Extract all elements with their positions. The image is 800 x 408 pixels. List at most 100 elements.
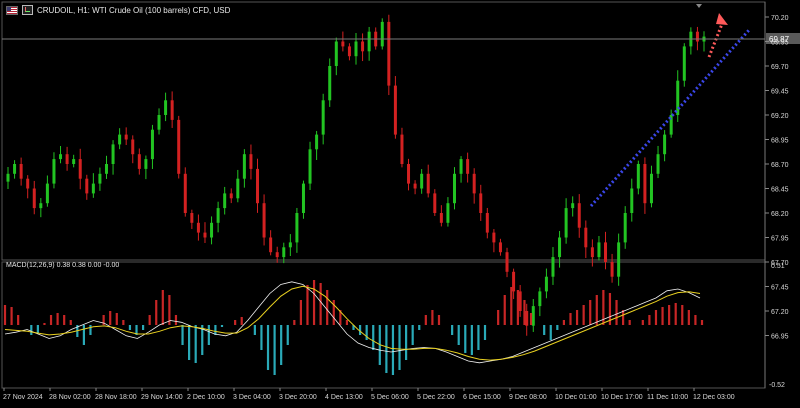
candle-body (433, 193, 437, 213)
candle-body (157, 115, 161, 130)
candle-body (518, 291, 522, 311)
price-tick-label: 69.45 (771, 89, 789, 96)
time-tick-label: 12 Dec 03:00 (693, 394, 735, 401)
candle-body (275, 252, 279, 258)
candle-body (531, 306, 535, 326)
candle-body (216, 208, 220, 223)
candle-body (538, 291, 542, 307)
price-tick-label: 67.45 (771, 285, 789, 292)
candle-body (393, 85, 397, 135)
candle-body (663, 134, 667, 155)
symbol-chart-icon (22, 5, 33, 15)
time-tick-label: 9 Dec 08:00 (509, 394, 547, 401)
price-tick-label: 68.45 (771, 187, 789, 194)
candle-body (111, 144, 115, 164)
candle-body (636, 164, 640, 189)
period-separator-marker (696, 4, 702, 8)
candle-body (649, 173, 653, 204)
candle-body (301, 183, 305, 213)
candle-body (328, 66, 332, 101)
candle-body (682, 46, 686, 81)
time-tick-label: 5 Dec 06:00 (371, 394, 409, 401)
time-tick-label: 10 Dec 01:00 (555, 394, 597, 401)
trend-line[interactable] (589, 27, 752, 208)
candle-body (85, 178, 89, 194)
candle-body (459, 159, 463, 174)
price-tick-label: 69.70 (771, 64, 789, 71)
candle-body (571, 203, 575, 209)
time-tick-label: 11 Dec 10:00 (647, 394, 688, 401)
us-flag-icon (6, 5, 18, 15)
trendline-group (589, 13, 752, 208)
candle-body (196, 222, 200, 233)
candle-body (558, 237, 562, 258)
candle-body (695, 31, 699, 42)
price-tick-label: 68.70 (771, 162, 789, 169)
candle-body (446, 203, 450, 223)
candle-body (203, 232, 207, 238)
candle-body (177, 119, 181, 174)
candle-body (321, 100, 325, 135)
candle-body (190, 213, 194, 223)
macd-indicator-label: MACD(12,26,9) 0.38 0.38 0.00 -0.00 (6, 262, 120, 269)
time-tick-label: 4 Dec 13:00 (325, 394, 363, 401)
candle-body (65, 154, 69, 164)
candle-body (26, 178, 30, 189)
candle-body (59, 154, 63, 160)
candle-body (118, 134, 122, 145)
candle-body (249, 154, 253, 169)
candle-body (229, 193, 233, 199)
chart-canvas[interactable]: 69.87 70.2069.9569.7069.4569.2068.9568.7… (0, 0, 800, 408)
candle-body (597, 242, 601, 258)
candle-body (577, 203, 581, 228)
candle-body (492, 232, 496, 243)
time-tick-label: 3 Dec 04:00 (233, 394, 271, 401)
price-tick-label: 67.20 (771, 309, 789, 316)
candle-body (32, 188, 36, 209)
time-axis: 27 Nov 2024 28 Nov 02:00 28 Nov 18:00 29 No… (3, 388, 735, 401)
candle-body (623, 213, 627, 243)
candle-body (13, 164, 17, 174)
candle-body (262, 203, 266, 238)
candle-body (295, 213, 299, 243)
candle-body (630, 188, 634, 213)
candle-body (256, 168, 260, 204)
macd-axis-bottom: -0.52 (769, 382, 785, 389)
candle-body (282, 247, 286, 258)
candle-body (269, 237, 273, 253)
candle-body (676, 80, 680, 115)
candle-body (210, 222, 214, 238)
candle-body (380, 21, 384, 47)
chart-title: CRUDOIL, H1: WTI Crude Oil (100 barrels)… (37, 5, 231, 15)
chart-title-bar: CRUDOIL, H1: WTI Crude Oil (100 barrels)… (6, 5, 230, 15)
candle-body (420, 173, 424, 189)
candle-body (400, 134, 404, 164)
candle-body (341, 41, 345, 47)
candle-body (288, 242, 292, 248)
candle-body (544, 276, 548, 292)
time-tick-label: 28 Nov 02:00 (49, 394, 91, 401)
candle-body (334, 41, 338, 66)
candle-body (505, 252, 509, 272)
candle-body (479, 193, 483, 213)
candle-body (590, 247, 594, 258)
time-tick-label: 28 Nov 18:00 (95, 394, 137, 401)
candle-body (604, 242, 608, 262)
time-tick-label: 5 Dec 22:00 (417, 394, 455, 401)
macd-axis-top: 0.51 (771, 263, 785, 270)
candle-body (104, 164, 108, 174)
time-tick-label: 10 Dec 17:00 (601, 394, 643, 401)
candle-body (413, 183, 417, 189)
price-tick-label: 70.20 (771, 15, 789, 22)
candle-body (124, 134, 128, 140)
candle-body (72, 159, 76, 164)
price-tick-label: 69.95 (771, 40, 789, 47)
candle-body (183, 173, 187, 213)
candle-body (98, 173, 102, 184)
candle-body (367, 31, 371, 52)
trend-arrow-head (716, 13, 728, 25)
candle-body (137, 154, 141, 169)
time-tick-label: 3 Dec 20:00 (279, 394, 317, 401)
candle-body (551, 257, 555, 277)
candle-body (617, 242, 621, 277)
